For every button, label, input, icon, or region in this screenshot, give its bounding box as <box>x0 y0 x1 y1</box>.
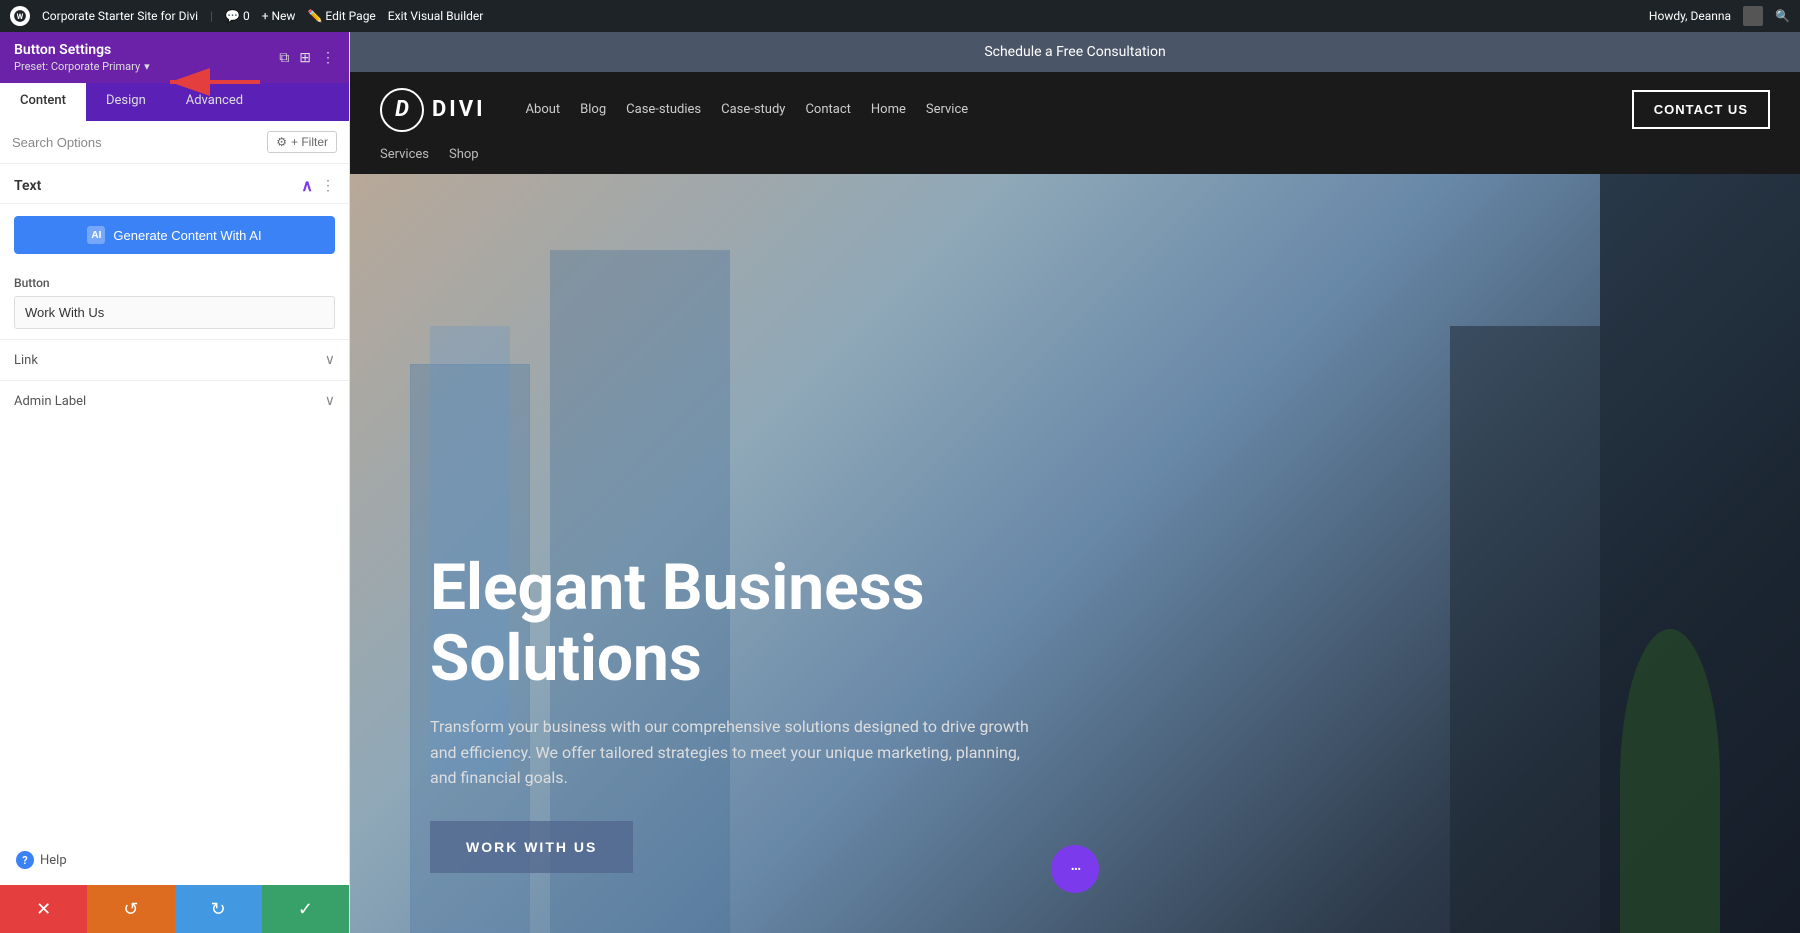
site-logo: D DIVI <box>380 88 486 132</box>
panel-title-group: Button Settings Preset: Corporate Primar… <box>14 42 150 73</box>
search-input[interactable] <box>12 135 259 150</box>
building-5 <box>1450 326 1600 933</box>
nav-link-shop[interactable]: Shop <box>449 147 479 162</box>
help-section[interactable]: ? Help <box>0 835 349 885</box>
save-icon: ✓ <box>298 899 313 920</box>
bottom-toolbar: ✕ ↺ ↻ ✓ <box>0 885 349 933</box>
button-input-label: Button <box>14 276 335 290</box>
greeting-text: Howdy, Deanna <box>1649 9 1731 23</box>
hero-description: Transform your business with our compreh… <box>430 714 1030 791</box>
link-section-title: Link <box>14 353 38 368</box>
nav-link-case-studies[interactable]: Case-studies <box>626 102 701 117</box>
tab-advanced[interactable]: Advanced <box>166 83 263 121</box>
text-section-more[interactable]: ⋮ <box>321 178 335 194</box>
admin-bar: W Corporate Starter Site for Divi | 💬 0 … <box>0 0 1800 32</box>
edit-page-button[interactable]: ✏️ Edit Page <box>307 9 375 23</box>
site-nav-links: About Blog Case-studies Case-study Conta… <box>526 102 1632 117</box>
main-area: Button Settings Preset: Corporate Primar… <box>0 32 1800 933</box>
right-panel: Schedule a Free Consultation D DIVI Abou… <box>350 32 1800 933</box>
redo-icon: ↻ <box>211 899 226 920</box>
site-nav: D DIVI About Blog Case-studies Case-stud… <box>350 72 1800 147</box>
nav-link-contact[interactable]: Contact <box>805 102 850 117</box>
search-icon[interactable]: 🔍 <box>1775 9 1790 23</box>
tab-design[interactable]: Design <box>86 83 166 121</box>
logo-text: DIVI <box>432 97 486 122</box>
layout-icon[interactable]: ⊞ <box>299 50 311 66</box>
nav-link-about[interactable]: About <box>526 102 561 117</box>
preset-dropdown-icon: ▾ <box>144 60 150 73</box>
ai-icon: AI <box>87 226 105 244</box>
link-chevron-icon: ∨ <box>325 352 335 368</box>
panel-preset[interactable]: Preset: Corporate Primary ▾ <box>14 60 150 73</box>
admin-bar-left: W Corporate Starter Site for Divi | 💬 0 … <box>10 6 1637 26</box>
logo-d-letter: D <box>395 97 409 122</box>
text-section-header: Text ∧ ⋮ <box>0 164 349 204</box>
panel-tabs: Content Design Advanced <box>0 83 349 121</box>
hero-title: Elegant Business Solutions <box>430 553 1130 694</box>
wordpress-icon[interactable]: W <box>10 6 30 26</box>
tree-1 <box>1620 629 1720 933</box>
cancel-button[interactable]: ✕ <box>0 885 87 933</box>
hero-section: Elegant Business Solutions Transform you… <box>350 174 1800 933</box>
nav-link-service[interactable]: Service <box>926 102 968 117</box>
generate-ai-button[interactable]: AI Generate Content With AI <box>14 216 335 254</box>
fab-button[interactable]: ··· <box>1051 845 1099 893</box>
undo-icon: ↺ <box>123 899 138 920</box>
new-button[interactable]: + New <box>262 9 296 23</box>
admin-label-chevron-icon: ∨ <box>325 393 335 409</box>
admin-label-section[interactable]: Admin Label ∨ <box>0 380 349 421</box>
exit-builder-button[interactable]: Exit Visual Builder <box>388 9 484 23</box>
panel-title: Button Settings <box>14 42 150 58</box>
hero-work-button[interactable]: WORK WITH US <box>430 821 633 873</box>
hero-content: Elegant Business Solutions Transform you… <box>430 553 1130 873</box>
cancel-icon: ✕ <box>36 899 51 920</box>
site-nav-second-row: Services Shop <box>350 147 1800 174</box>
panel-header: Button Settings Preset: Corporate Primar… <box>0 32 349 83</box>
redo-button[interactable]: ↻ <box>175 885 262 933</box>
more-options-icon[interactable]: ⋮ <box>321 50 335 66</box>
admin-bar-right: Howdy, Deanna 🔍 <box>1649 6 1790 26</box>
avatar <box>1743 6 1763 26</box>
admin-label-title: Admin Label <box>14 394 86 409</box>
copy-icon[interactable]: ⧉ <box>279 50 289 66</box>
button-text-input[interactable] <box>14 296 335 329</box>
nav-link-services[interactable]: Services <box>380 147 429 162</box>
site-topbar: Schedule a Free Consultation <box>350 32 1800 72</box>
text-section-title: Text <box>14 178 41 194</box>
undo-button[interactable]: ↺ <box>87 885 174 933</box>
panel-header-icons: ⧉ ⊞ ⋮ <box>279 50 335 66</box>
filter-button[interactable]: ⚙ + Filter <box>267 131 337 153</box>
button-input-section: Button <box>0 266 349 339</box>
text-section-toggle[interactable]: ∧ <box>301 176 313 195</box>
comments-count[interactable]: 💬 0 <box>225 9 250 23</box>
tab-content[interactable]: Content <box>0 83 86 121</box>
help-icon: ? <box>16 851 34 869</box>
panel-search: ⚙ + Filter <box>0 121 349 164</box>
link-section[interactable]: Link ∨ <box>0 339 349 380</box>
svg-text:W: W <box>17 12 24 21</box>
nav-link-case-study[interactable]: Case-study <box>721 102 785 117</box>
nav-link-blog[interactable]: Blog <box>580 102 606 117</box>
contact-us-button[interactable]: CONTACT US <box>1632 90 1770 129</box>
nav-link-home[interactable]: Home <box>871 102 906 117</box>
save-button[interactable]: ✓ <box>262 885 349 933</box>
site-name[interactable]: Corporate Starter Site for Divi <box>42 9 198 23</box>
logo-circle: D <box>380 88 424 132</box>
filter-icon: ⚙ <box>276 135 287 149</box>
left-panel: Button Settings Preset: Corporate Primar… <box>0 32 350 933</box>
